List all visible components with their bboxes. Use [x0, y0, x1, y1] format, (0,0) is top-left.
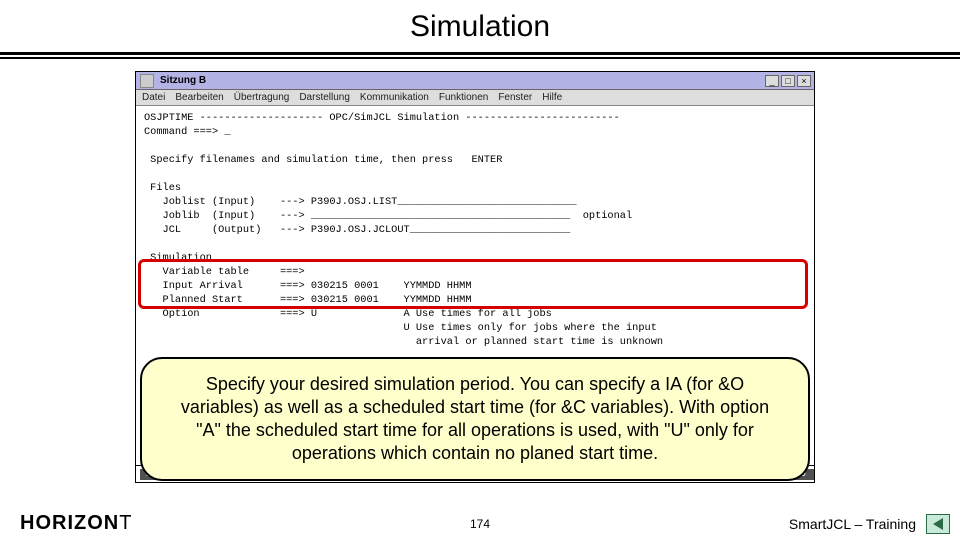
prev-slide-icon[interactable] [926, 514, 950, 534]
term-line: Joblist (Input) ---> P390J.OSJ.LIST_____… [144, 196, 577, 208]
menu-item[interactable]: Datei [142, 92, 165, 103]
term-line: Input Arrival ===> 030215 0001 YYMMDD HH… [144, 280, 472, 292]
content-area: Sitzung B _ □ × Datei Bearbeiten Übertra… [0, 59, 960, 489]
term-line: JCL (Output) ---> P390J.OSJ.JCLOUT______… [144, 224, 570, 236]
term-line: arrival or planned start time is unknown [144, 336, 663, 348]
title-rule [0, 52, 960, 55]
window-menubar: Datei Bearbeiten Übertragung Darstellung… [136, 90, 814, 106]
term-line: OSJPTIME -------------------- OPC/SimJCL… [144, 112, 620, 124]
brand: HORIZONT [0, 512, 132, 535]
term-line: U Use times only for jobs where the inpu… [144, 322, 657, 334]
term-line: Planned Start ===> 030215 0001 YYMMDD HH… [144, 294, 472, 306]
term-line: Command ===> _ [144, 126, 231, 138]
term-line: Files [144, 182, 181, 194]
menu-item[interactable]: Bearbeiten [175, 92, 223, 103]
menu-item[interactable]: Übertragung [234, 92, 290, 103]
app-icon [140, 74, 154, 88]
menu-item[interactable]: Darstellung [299, 92, 350, 103]
menu-item[interactable]: Funktionen [439, 92, 488, 103]
slide-title: Simulation [0, 0, 960, 52]
callout-bubble: Specify your desired simulation period. … [140, 357, 810, 481]
brand-tail: T [119, 512, 132, 534]
page-number: 174 [470, 517, 490, 531]
window-controls: _ □ × [765, 75, 814, 87]
window-caption: Sitzung B [158, 75, 765, 86]
term-line: Joblib (Input) ---> ____________________… [144, 210, 632, 222]
menu-item[interactable]: Fenster [498, 92, 532, 103]
minimize-button[interactable]: _ [765, 75, 779, 87]
term-line: Specify filenames and simulation time, t… [144, 154, 502, 166]
menu-item[interactable]: Kommunikation [360, 92, 429, 103]
maximize-button[interactable]: □ [781, 75, 795, 87]
term-line: Simulation [144, 252, 212, 264]
window-titlebar: Sitzung B _ □ × [136, 72, 814, 90]
brand-bold: HORIZON [20, 512, 119, 534]
term-line: Variable table ===> [144, 266, 305, 278]
course-label: SmartJCL – Training [789, 516, 916, 532]
slide-footer: HORIZONT 174 SmartJCL – Training [0, 506, 960, 540]
menu-item[interactable]: Hilfe [542, 92, 562, 103]
term-line: Option ===> U A Use times for all jobs [144, 308, 552, 320]
callout-text: Specify your desired simulation period. … [181, 374, 769, 463]
close-button[interactable]: × [797, 75, 811, 87]
